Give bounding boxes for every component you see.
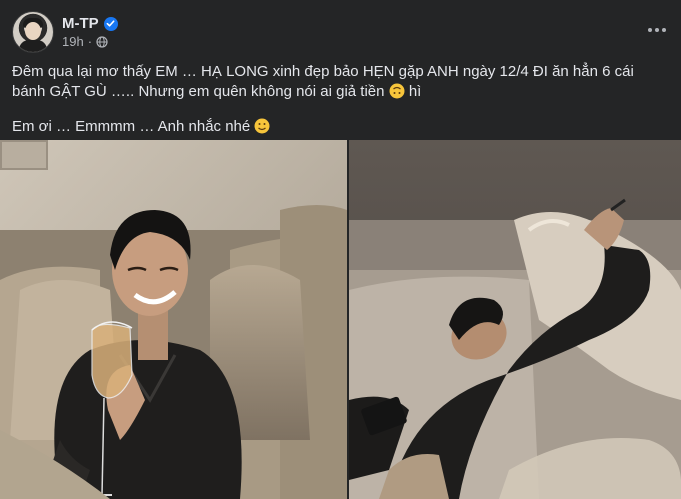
- post-text-paragraph-2: Em ơi … Emmmm … Anh nhắc nhé: [12, 117, 667, 137]
- avatar[interactable]: [12, 11, 54, 53]
- upside-down-face-emoji-icon: [389, 83, 405, 99]
- post-text-paragraph-1: Đêm qua lại mơ thấy EM … HẠ LONG xinh đẹ…: [12, 62, 667, 102]
- post-header: M-TP 19h ·: [12, 11, 118, 53]
- author-block: M-TP 19h ·: [62, 15, 118, 49]
- more-options-button[interactable]: [645, 18, 669, 42]
- post-text: Đêm qua lại mơ thấy EM … HẠ LONG xinh đẹ…: [12, 62, 667, 137]
- post-meta: 19h ·: [62, 34, 118, 49]
- facebook-post: M-TP 19h · Đêm qua lại mơ thấy EM … HẠ L…: [0, 0, 681, 499]
- globe-icon[interactable]: [96, 35, 108, 48]
- post-text-line-2: Em ơi … Emmmm … Anh nhắc nhé: [12, 118, 251, 135]
- slightly-smiling-face-emoji-icon: [254, 118, 270, 134]
- verified-badge-icon: [103, 16, 118, 31]
- post-timestamp[interactable]: 19h: [62, 34, 84, 49]
- avatar-face: [25, 22, 41, 40]
- author-name[interactable]: M-TP: [62, 15, 99, 32]
- photo-man-with-wine-glass[interactable]: [0, 140, 347, 499]
- more-horizontal-icon: [648, 28, 666, 32]
- photo-grid: [0, 140, 681, 499]
- avatar-suit: [19, 40, 47, 52]
- post-text-line-1-end: hì: [408, 83, 422, 100]
- meta-separator: ·: [87, 34, 93, 49]
- author-row: M-TP: [62, 15, 118, 32]
- post-text-line-1: Đêm qua lại mơ thấy EM … HẠ LONG xinh đẹ…: [12, 63, 634, 100]
- photo-man-lying-on-sofa[interactable]: [349, 140, 681, 499]
